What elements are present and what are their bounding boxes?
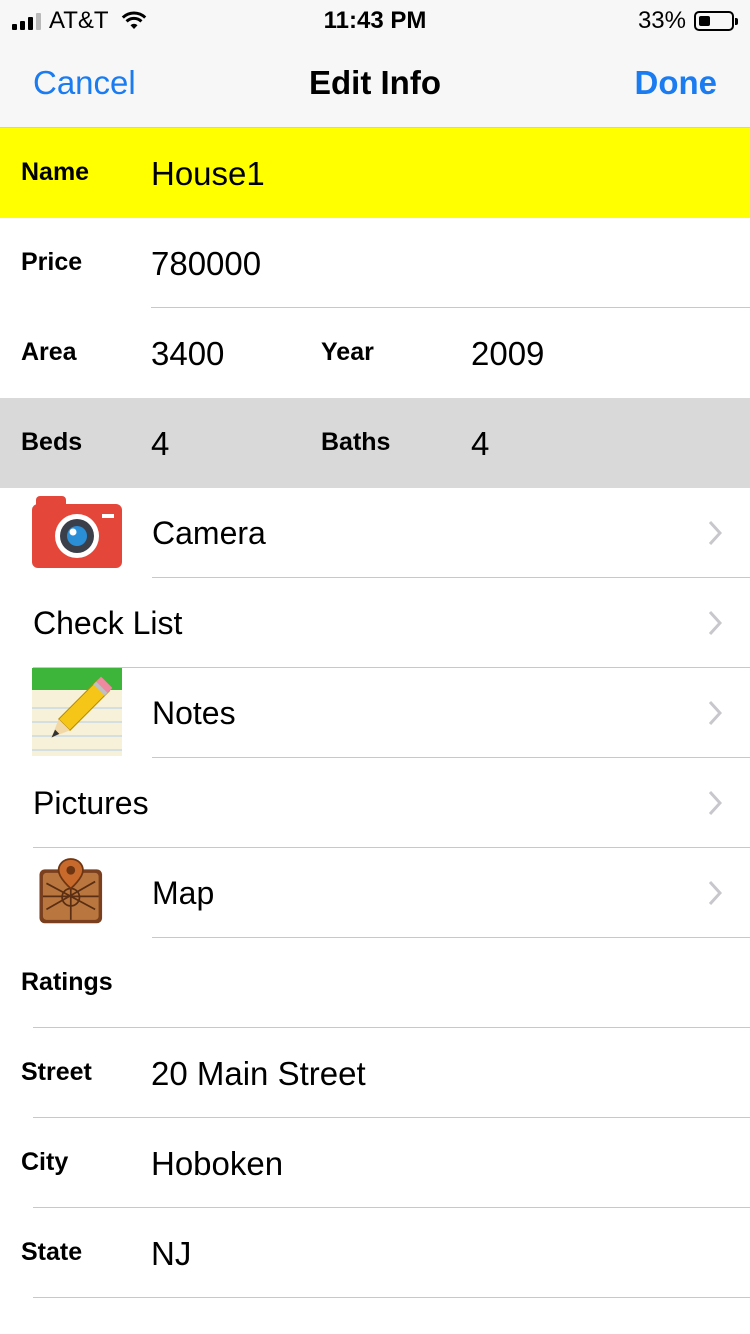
menu-item-label: Map bbox=[152, 875, 215, 911]
status-right: 33% bbox=[637, 7, 738, 35]
baths-label: Baths bbox=[321, 428, 391, 456]
beds-label: Beds bbox=[21, 428, 83, 456]
price-field[interactable]: 780000 bbox=[151, 245, 261, 283]
name-label: Name bbox=[21, 158, 90, 186]
street-label: Street bbox=[21, 1058, 92, 1086]
city-field[interactable]: Hoboken bbox=[151, 1145, 283, 1183]
street-field[interactable]: 20 Main Street bbox=[151, 1055, 366, 1093]
chevron-right-icon bbox=[708, 880, 722, 906]
state-row: State NJ bbox=[0, 1208, 750, 1298]
chevron-right-icon bbox=[708, 700, 722, 726]
menu-item-pictures[interactable]: Pictures bbox=[0, 758, 750, 848]
chevron-right-icon bbox=[708, 520, 722, 546]
name-field[interactable]: House1 bbox=[151, 155, 265, 193]
camera-icon bbox=[32, 496, 122, 568]
area-label: Area bbox=[21, 338, 77, 366]
done-button[interactable]: Done bbox=[635, 64, 718, 102]
year-label: Year bbox=[321, 338, 374, 366]
menu-item-check-list[interactable]: Check List bbox=[0, 578, 750, 668]
area-year-row: Area 3400 Year 2009 bbox=[0, 308, 750, 398]
menu-item-label: Camera bbox=[152, 515, 266, 551]
year-field[interactable]: 2009 bbox=[471, 335, 544, 373]
battery-icon bbox=[694, 11, 738, 31]
notes-pencil-icon bbox=[32, 668, 122, 756]
divider bbox=[33, 1297, 750, 1298]
status-bar: AT&T 11:43 PM 33% bbox=[0, 0, 750, 42]
chevron-right-icon bbox=[708, 790, 722, 816]
beds-field[interactable]: 4 bbox=[151, 425, 169, 463]
menu-item-label: Notes bbox=[152, 695, 236, 731]
area-field[interactable]: 3400 bbox=[151, 335, 224, 373]
name-row: Name House1 bbox=[0, 128, 750, 218]
menu-item-label: Pictures bbox=[33, 785, 149, 821]
chevron-right-icon bbox=[708, 610, 722, 636]
baths-field[interactable]: 4 bbox=[471, 425, 489, 463]
city-row: City Hoboken bbox=[0, 1118, 750, 1208]
menu-item-notes[interactable]: Notes bbox=[0, 668, 750, 758]
menu-item-label: Check List bbox=[33, 605, 183, 641]
battery-level bbox=[699, 16, 710, 26]
price-row: Price 780000 bbox=[0, 218, 750, 308]
state-field[interactable]: NJ bbox=[151, 1235, 191, 1273]
state-label: State bbox=[21, 1238, 83, 1266]
ratings-label: Ratings bbox=[21, 968, 113, 996]
map-icon bbox=[39, 858, 103, 924]
price-label: Price bbox=[21, 248, 83, 276]
ratings-row[interactable]: Ratings bbox=[0, 938, 750, 1028]
nav-bar: Cancel Edit Info Done bbox=[0, 42, 750, 128]
menu-item-map[interactable]: Map bbox=[0, 848, 750, 938]
street-row: Street 20 Main Street bbox=[0, 1028, 750, 1118]
menu-item-camera[interactable]: Camera bbox=[0, 488, 750, 578]
beds-baths-row: Beds 4 Baths 4 bbox=[0, 398, 750, 488]
city-label: City bbox=[21, 1148, 69, 1176]
battery-percent: 33% bbox=[637, 7, 686, 34]
